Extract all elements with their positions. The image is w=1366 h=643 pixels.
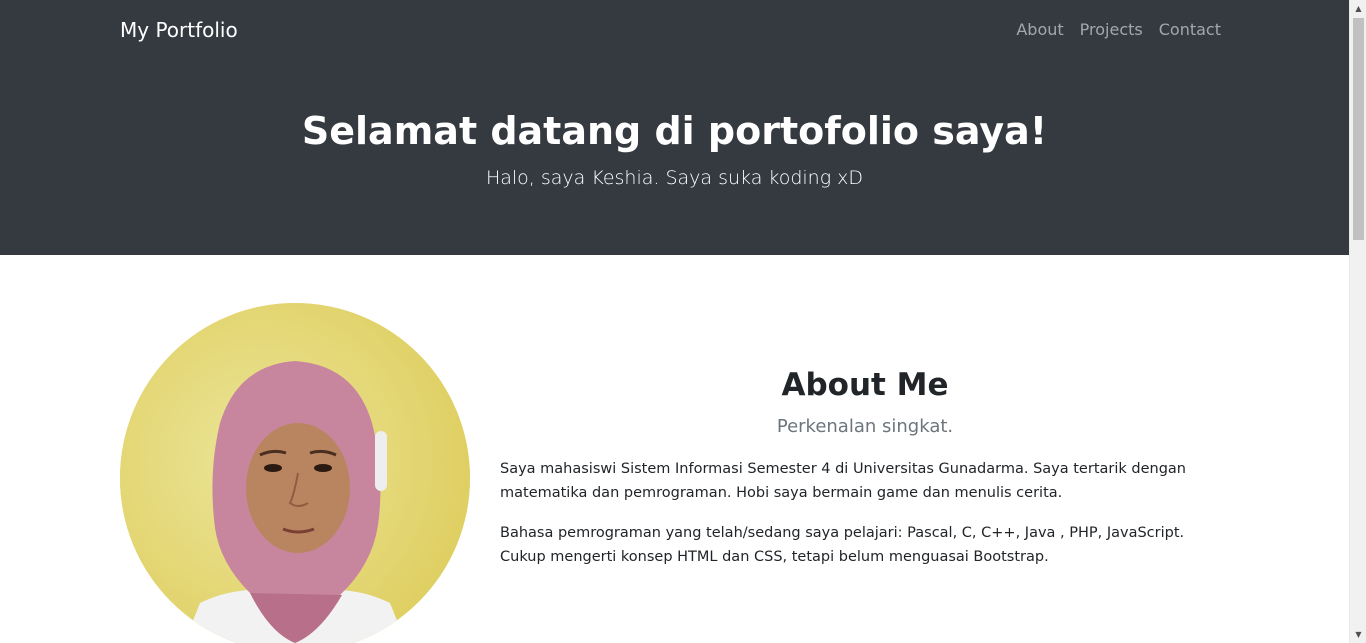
about-paragraph-1: Saya mahasiswi Sistem Informasi Semester… <box>500 461 1186 501</box>
vertical-scrollbar[interactable]: ▲ ▼ <box>1349 0 1366 643</box>
nav-link-about[interactable]: About <box>1016 18 1063 42</box>
about-title: About Me <box>781 367 949 403</box>
profile-photo-illustration <box>120 303 470 643</box>
page: My Portfolio About Projects Contact Sela… <box>0 0 1349 643</box>
scroll-up-icon[interactable]: ▲ <box>1350 0 1366 17</box>
profile-photo <box>120 303 470 643</box>
about-lead: Perkenalan singkat. <box>776 416 954 437</box>
brand-link[interactable]: My Portfolio <box>120 17 238 43</box>
nav-links: About Projects Contact <box>1016 18 1221 42</box>
nav-link-contact[interactable]: Contact <box>1159 18 1221 42</box>
about-paragraph-2: Bahasa pemrograman yang telah/sedang say… <box>500 525 1185 565</box>
navbar: My Portfolio About Projects Contact <box>0 0 1349 60</box>
scroll-down-icon[interactable]: ▼ <box>1350 626 1366 643</box>
hero-header: My Portfolio About Projects Contact Sela… <box>0 0 1349 255</box>
nav-link-projects[interactable]: Projects <box>1080 18 1143 42</box>
hero-title: Selamat datang di portofolio saya! <box>301 109 1048 153</box>
hero-subtitle: Halo, saya Keshia. Saya suka koding xD <box>485 167 864 189</box>
scrollbar-thumb[interactable] <box>1353 18 1364 240</box>
